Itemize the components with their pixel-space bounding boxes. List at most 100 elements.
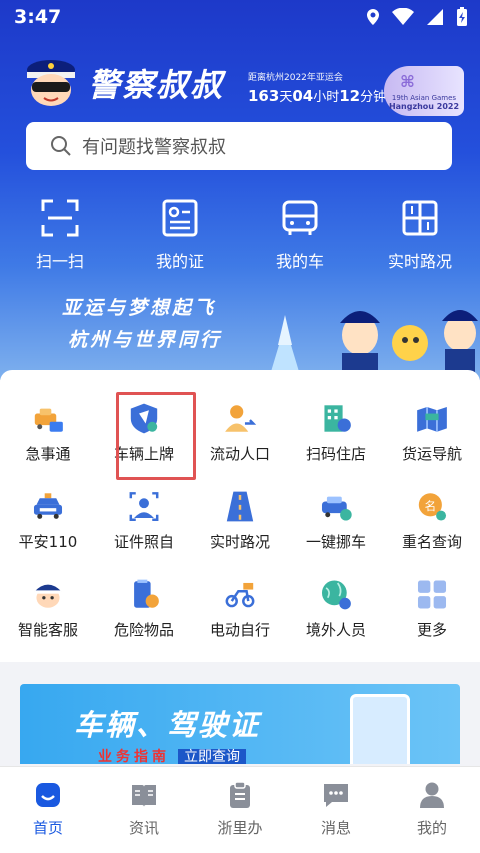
quick-action-label: 我的车: [275, 252, 324, 271]
quick-action-my-car[interactable]: 我的车: [240, 198, 360, 272]
service-urgent[interactable]: 急事通: [0, 402, 96, 464]
clipboard-icon: [230, 781, 250, 808]
service-ebike[interactable]: 电动自行: [192, 578, 288, 640]
tab-news[interactable]: 资讯: [96, 767, 192, 853]
games-badge-line1: 19th Asian Games: [391, 94, 457, 102]
service-freight[interactable]: 货运导航: [384, 402, 480, 464]
globe-person-icon: [321, 580, 351, 610]
police-mascot-icon: [27, 60, 75, 106]
battery-charging-icon: [457, 7, 467, 26]
asian-games-emblem-icon: ⌘: [400, 72, 415, 91]
quick-actions: 扫一扫 我的证 我的车 实时路况: [0, 198, 480, 272]
quick-action-label: 扫一扫: [35, 252, 84, 271]
service-label: 智能客服: [17, 621, 78, 639]
app-title: 警察叔叔: [88, 66, 225, 104]
promo-guide-text: 业务指南: [98, 749, 170, 764]
service-label: 急事通: [25, 445, 71, 463]
banner-line-1: 亚运与梦想起飞: [62, 297, 217, 319]
tab-label: 我的: [416, 819, 447, 837]
status-bar: 3:47: [0, 0, 480, 34]
service-label: 平安110: [18, 533, 78, 551]
quick-action-traffic[interactable]: 实时路况: [360, 198, 480, 272]
header-hero: 3:47 警察叔叔 距离杭州2022年亚运会 163天04小时12分钟10秒 ⌘…: [0, 0, 480, 380]
service-label: 危险物品: [113, 621, 174, 639]
service-foreigners[interactable]: 境外人员: [288, 578, 384, 640]
service-label: 重名查询: [401, 533, 462, 551]
car-front-icon: [282, 200, 318, 235]
move-car-icon: [321, 496, 352, 521]
id-photo-icon: [129, 492, 159, 521]
service-smart-support[interactable]: 智能客服: [0, 578, 96, 640]
banner-illustration: [270, 310, 478, 380]
service-dangerous-goods[interactable]: 危险物品: [96, 578, 192, 640]
search-bar[interactable]: 有问题找警察叔叔: [26, 122, 452, 170]
promo-subtitle: 业务指南 立即查询: [98, 746, 246, 764]
home-icon: [36, 783, 60, 807]
tab-messages[interactable]: 消息: [288, 767, 384, 853]
service-label: 扫码住店: [305, 445, 366, 463]
tab-label: 浙里办: [217, 819, 263, 837]
countdown-minutes: 12: [339, 87, 361, 105]
promo-title: 车辆、驾驶证: [74, 708, 261, 742]
service-label: 实时路况: [209, 533, 270, 551]
promo-banner[interactable]: 车辆、驾驶证 业务指南 立即查询: [20, 684, 460, 764]
service-hotel[interactable]: 扫码住店: [288, 402, 384, 464]
service-more[interactable]: 更多: [384, 578, 480, 640]
quick-action-scan[interactable]: 扫一扫: [0, 198, 120, 272]
service-road[interactable]: 实时路况: [192, 490, 288, 552]
service-floating-population[interactable]: 流动人口: [192, 402, 288, 464]
scan-icon: [41, 199, 79, 237]
tab-mine[interactable]: 我的: [384, 767, 480, 853]
road-icon: [226, 491, 254, 522]
freight-map-icon: [417, 406, 447, 432]
promo-query-link[interactable]: 立即查询: [178, 749, 246, 764]
services-grid: 急事通 车辆上牌 流动人口 扫码住店 货运导航 平安110 证件照自 实时路况 …: [0, 402, 480, 640]
message-icon: [324, 784, 348, 807]
countdown-minutes-unit: 分钟: [360, 90, 387, 105]
location-icon: [367, 9, 379, 25]
service-label: 更多: [416, 621, 447, 639]
service-label: 证件照自: [113, 533, 174, 551]
banner-slogan[interactable]: 亚运与梦想起飞 杭州与世界同行: [62, 292, 222, 356]
news-book-icon: [132, 785, 156, 807]
countdown-days: 163: [248, 87, 280, 105]
service-label: 货运导航: [401, 445, 462, 463]
service-name-query[interactable]: 名 重名查询: [384, 490, 480, 552]
service-move-car[interactable]: 一键挪车: [288, 490, 384, 552]
id-card-icon: [162, 199, 198, 237]
tab-home[interactable]: 首页: [0, 767, 96, 853]
service-label: 流动人口: [209, 445, 270, 463]
countdown-hours-unit: 小时: [313, 90, 340, 105]
search-placeholder: 有问题找警察叔叔: [82, 137, 226, 158]
bottom-nav: 首页 资讯 浙里办 消息 我的: [0, 766, 480, 853]
brand-logo: 警察叔叔: [24, 58, 224, 108]
tab-zheliban[interactable]: 浙里办: [192, 767, 288, 853]
highlight-box: [116, 392, 196, 480]
service-110[interactable]: 平安110: [0, 490, 96, 552]
wifi-icon: [392, 8, 414, 25]
service-id-photo[interactable]: 证件照自: [96, 490, 192, 552]
games-badge-line2: Hangzhou 2022: [388, 102, 460, 111]
service-label: 境外人员: [305, 621, 366, 639]
svg-text:名: 名: [425, 499, 437, 513]
quick-action-label: 我的证: [155, 252, 204, 271]
signal-icon: [427, 9, 443, 25]
services-panel: 急事通 车辆上牌 流动人口 扫码住店 货运导航 平安110 证件照自 实时路况 …: [0, 370, 480, 662]
hotel-icon: [324, 405, 351, 432]
quick-action-my-id[interactable]: 我的证: [120, 198, 240, 272]
search-icon: [51, 136, 71, 156]
dangerous-goods-icon: [134, 579, 159, 608]
phone-illustration-icon: [350, 694, 410, 764]
police-avatar-icon: [34, 584, 62, 608]
banner-line-2: 杭州与世界同行: [68, 329, 223, 351]
ebike-icon: [225, 582, 255, 608]
service-label: 电动自行: [209, 621, 270, 639]
road-map-icon: [402, 200, 438, 236]
urgent-car-icon: [34, 408, 63, 432]
more-grid-icon: [417, 580, 447, 609]
tab-label: 首页: [32, 819, 63, 837]
tab-label: 消息: [320, 819, 351, 837]
tab-label: 资讯: [128, 819, 159, 837]
user-icon: [420, 782, 444, 808]
asian-games-logo: ⌘ 19th Asian Games Hangzhou 2022: [384, 66, 464, 116]
